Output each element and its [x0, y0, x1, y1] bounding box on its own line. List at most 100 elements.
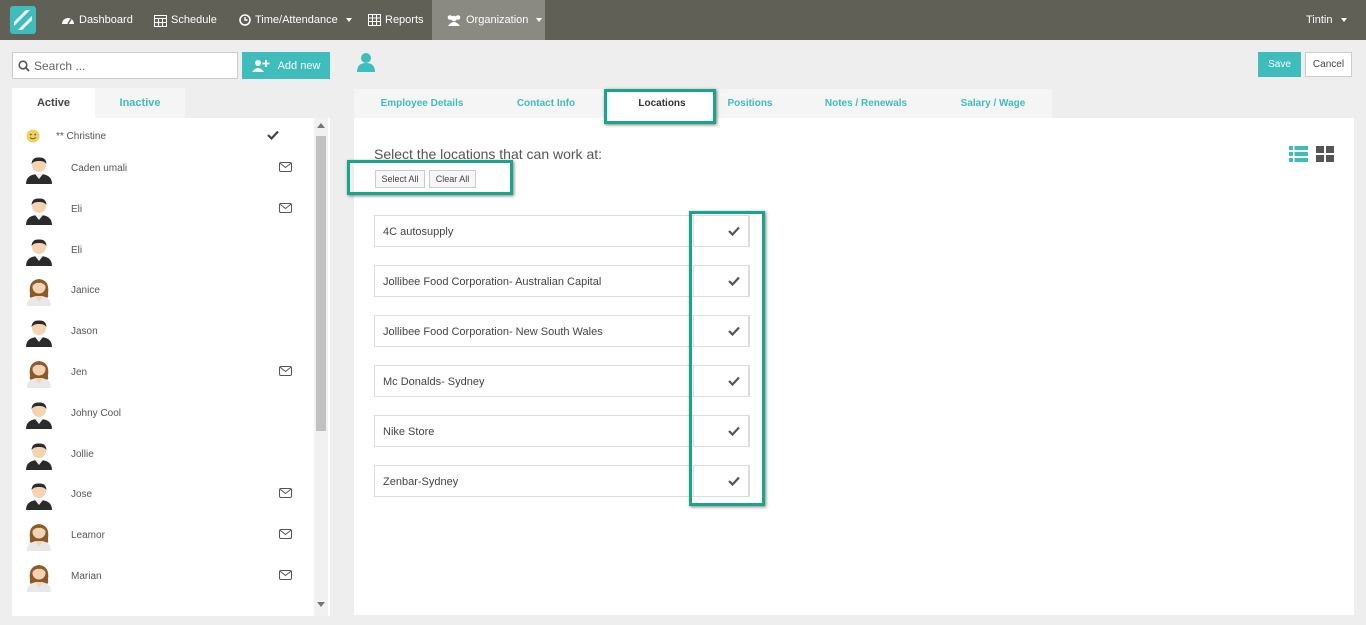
users-icon [447, 15, 461, 26]
check-icon [728, 426, 740, 436]
female-avatar-icon [27, 564, 51, 592]
location-row[interactable]: Mc Donalds- Sydney [374, 365, 750, 397]
chevron-down-icon [536, 18, 543, 22]
send-invite-mail[interactable] [279, 366, 292, 379]
tab-contact-info[interactable]: Contact Info [506, 89, 586, 118]
location-row[interactable]: 4C autosupply [374, 215, 750, 247]
male-avatar-icon [26, 401, 52, 429]
send-invite-mail[interactable] [279, 529, 292, 542]
employee-row[interactable]: Johny Cool [12, 393, 312, 434]
employee-name: Leamor [71, 530, 105, 541]
nav-time-attendance[interactable]: Time/Attendance [239, 0, 352, 40]
location-row[interactable]: Jollibee Food Corporation- Australian Ca… [374, 265, 750, 297]
check-icon [728, 376, 740, 386]
location-checkbox[interactable] [693, 465, 750, 497]
employee-row[interactable]: Eli [12, 189, 312, 230]
scrollbar[interactable] [314, 118, 328, 616]
employee-row[interactable]: Jose [12, 474, 312, 515]
male-avatar-icon [26, 319, 52, 347]
location-checkbox[interactable] [693, 415, 750, 447]
clock-icon [239, 14, 251, 26]
check-icon [728, 476, 740, 486]
location-checkbox[interactable] [693, 315, 750, 347]
employee-name: Eli [71, 245, 83, 256]
chevron-down-icon [345, 18, 352, 22]
tab-positions[interactable]: Positions [716, 89, 784, 118]
nav-reports[interactable]: Reports [368, 0, 424, 40]
search-input[interactable] [34, 58, 224, 73]
scroll-down-arrow-icon[interactable] [317, 602, 325, 607]
grid-view-icon[interactable] [1316, 146, 1334, 162]
add-new-button[interactable]: Add new [242, 52, 330, 79]
scroll-up-arrow-icon[interactable] [317, 123, 325, 128]
dashboard-icon [62, 18, 74, 25]
check-icon [728, 226, 740, 236]
tab-locations[interactable]: Locations [610, 89, 714, 118]
nav-dashboard-label: Dashboard [79, 14, 133, 26]
employee-name: ** Christine [56, 130, 107, 142]
tab-active[interactable]: Active [12, 88, 95, 118]
employee-row[interactable]: Janice [12, 270, 312, 311]
employee-row[interactable]: Jen [12, 352, 312, 393]
male-avatar-icon [26, 197, 52, 225]
check-icon [728, 326, 740, 336]
save-button[interactable]: Save [1258, 52, 1301, 77]
location-row[interactable]: Zenbar-Sydney [374, 465, 750, 497]
tab-salary-wage[interactable]: Salary / Wage [950, 89, 1036, 118]
app-logo[interactable] [10, 6, 36, 34]
location-checkbox[interactable] [693, 215, 750, 247]
mail-icon[interactable] [279, 203, 292, 213]
mail-icon[interactable] [279, 366, 292, 376]
mail-icon[interactable] [279, 488, 292, 498]
top-nav: Dashboard Schedule Time/Attendance Repor… [0, 0, 1366, 40]
employee-name: Jason [71, 326, 98, 337]
location-checkbox[interactable] [693, 365, 750, 397]
employee-row[interactable]: Leamor [12, 515, 312, 556]
nav-dashboard[interactable]: Dashboard [61, 0, 133, 40]
location-row[interactable]: Nike Store [374, 415, 750, 447]
employee-row[interactable]: Caden umali [12, 148, 312, 189]
female-avatar-icon [27, 523, 51, 551]
send-invite-mail[interactable] [279, 488, 292, 501]
nav-schedule[interactable]: Schedule [154, 0, 217, 40]
location-checkbox[interactable] [693, 265, 750, 297]
nav-organization-label: Organization [466, 14, 529, 26]
employee-profile-icon [357, 53, 375, 72]
employee-name: Eli [71, 204, 83, 215]
location-row[interactable]: Jollibee Food Corporation- New South Wal… [374, 315, 750, 347]
employee-row[interactable]: Eli [12, 230, 312, 271]
mail-icon[interactable] [279, 162, 292, 172]
location-name: Mc Donalds- Sydney [383, 376, 485, 388]
employee-name: Caden umali [71, 163, 128, 174]
add-user-icon [251, 59, 269, 72]
employee-row[interactable]: Jollie [12, 434, 312, 475]
nav-organization[interactable]: Organization [432, 0, 545, 40]
mail-icon[interactable] [279, 570, 292, 580]
scroll-thumb[interactable] [316, 136, 326, 431]
clear-all-button[interactable]: Clear All [429, 170, 476, 188]
chevron-down-icon [1340, 18, 1347, 22]
send-invite-mail[interactable] [279, 570, 292, 583]
male-avatar-icon [26, 442, 52, 470]
tab-employee-details[interactable]: Employee Details [368, 89, 476, 118]
employee-list: ** Christine Caden umali Eli Eli Janice Jason… [12, 118, 312, 616]
check-icon [267, 130, 279, 140]
male-avatar-icon [26, 156, 52, 184]
employee-tabs: Active Inactive [12, 88, 330, 118]
select-all-button[interactable]: Select All [375, 170, 425, 188]
employee-name: Jollie [71, 449, 94, 460]
employee-row[interactable]: Jason [12, 311, 312, 352]
user-menu[interactable]: Tintin [1306, 0, 1347, 40]
search-box [12, 52, 238, 79]
send-invite-mail[interactable] [279, 162, 292, 175]
mail-icon[interactable] [279, 529, 292, 539]
tab-notes-renewals[interactable]: Notes / Renewals [816, 89, 916, 118]
list-view-icon[interactable] [1289, 146, 1308, 162]
add-new-label: Add new [277, 59, 321, 72]
locations-panel: Select the locations that can work at: S… [354, 118, 1354, 615]
tab-inactive[interactable]: Inactive [95, 88, 185, 118]
send-invite-mail[interactable] [279, 203, 292, 216]
search-icon [18, 59, 30, 72]
employee-row[interactable]: Marian [12, 556, 312, 597]
cancel-button[interactable]: Cancel [1305, 52, 1352, 77]
